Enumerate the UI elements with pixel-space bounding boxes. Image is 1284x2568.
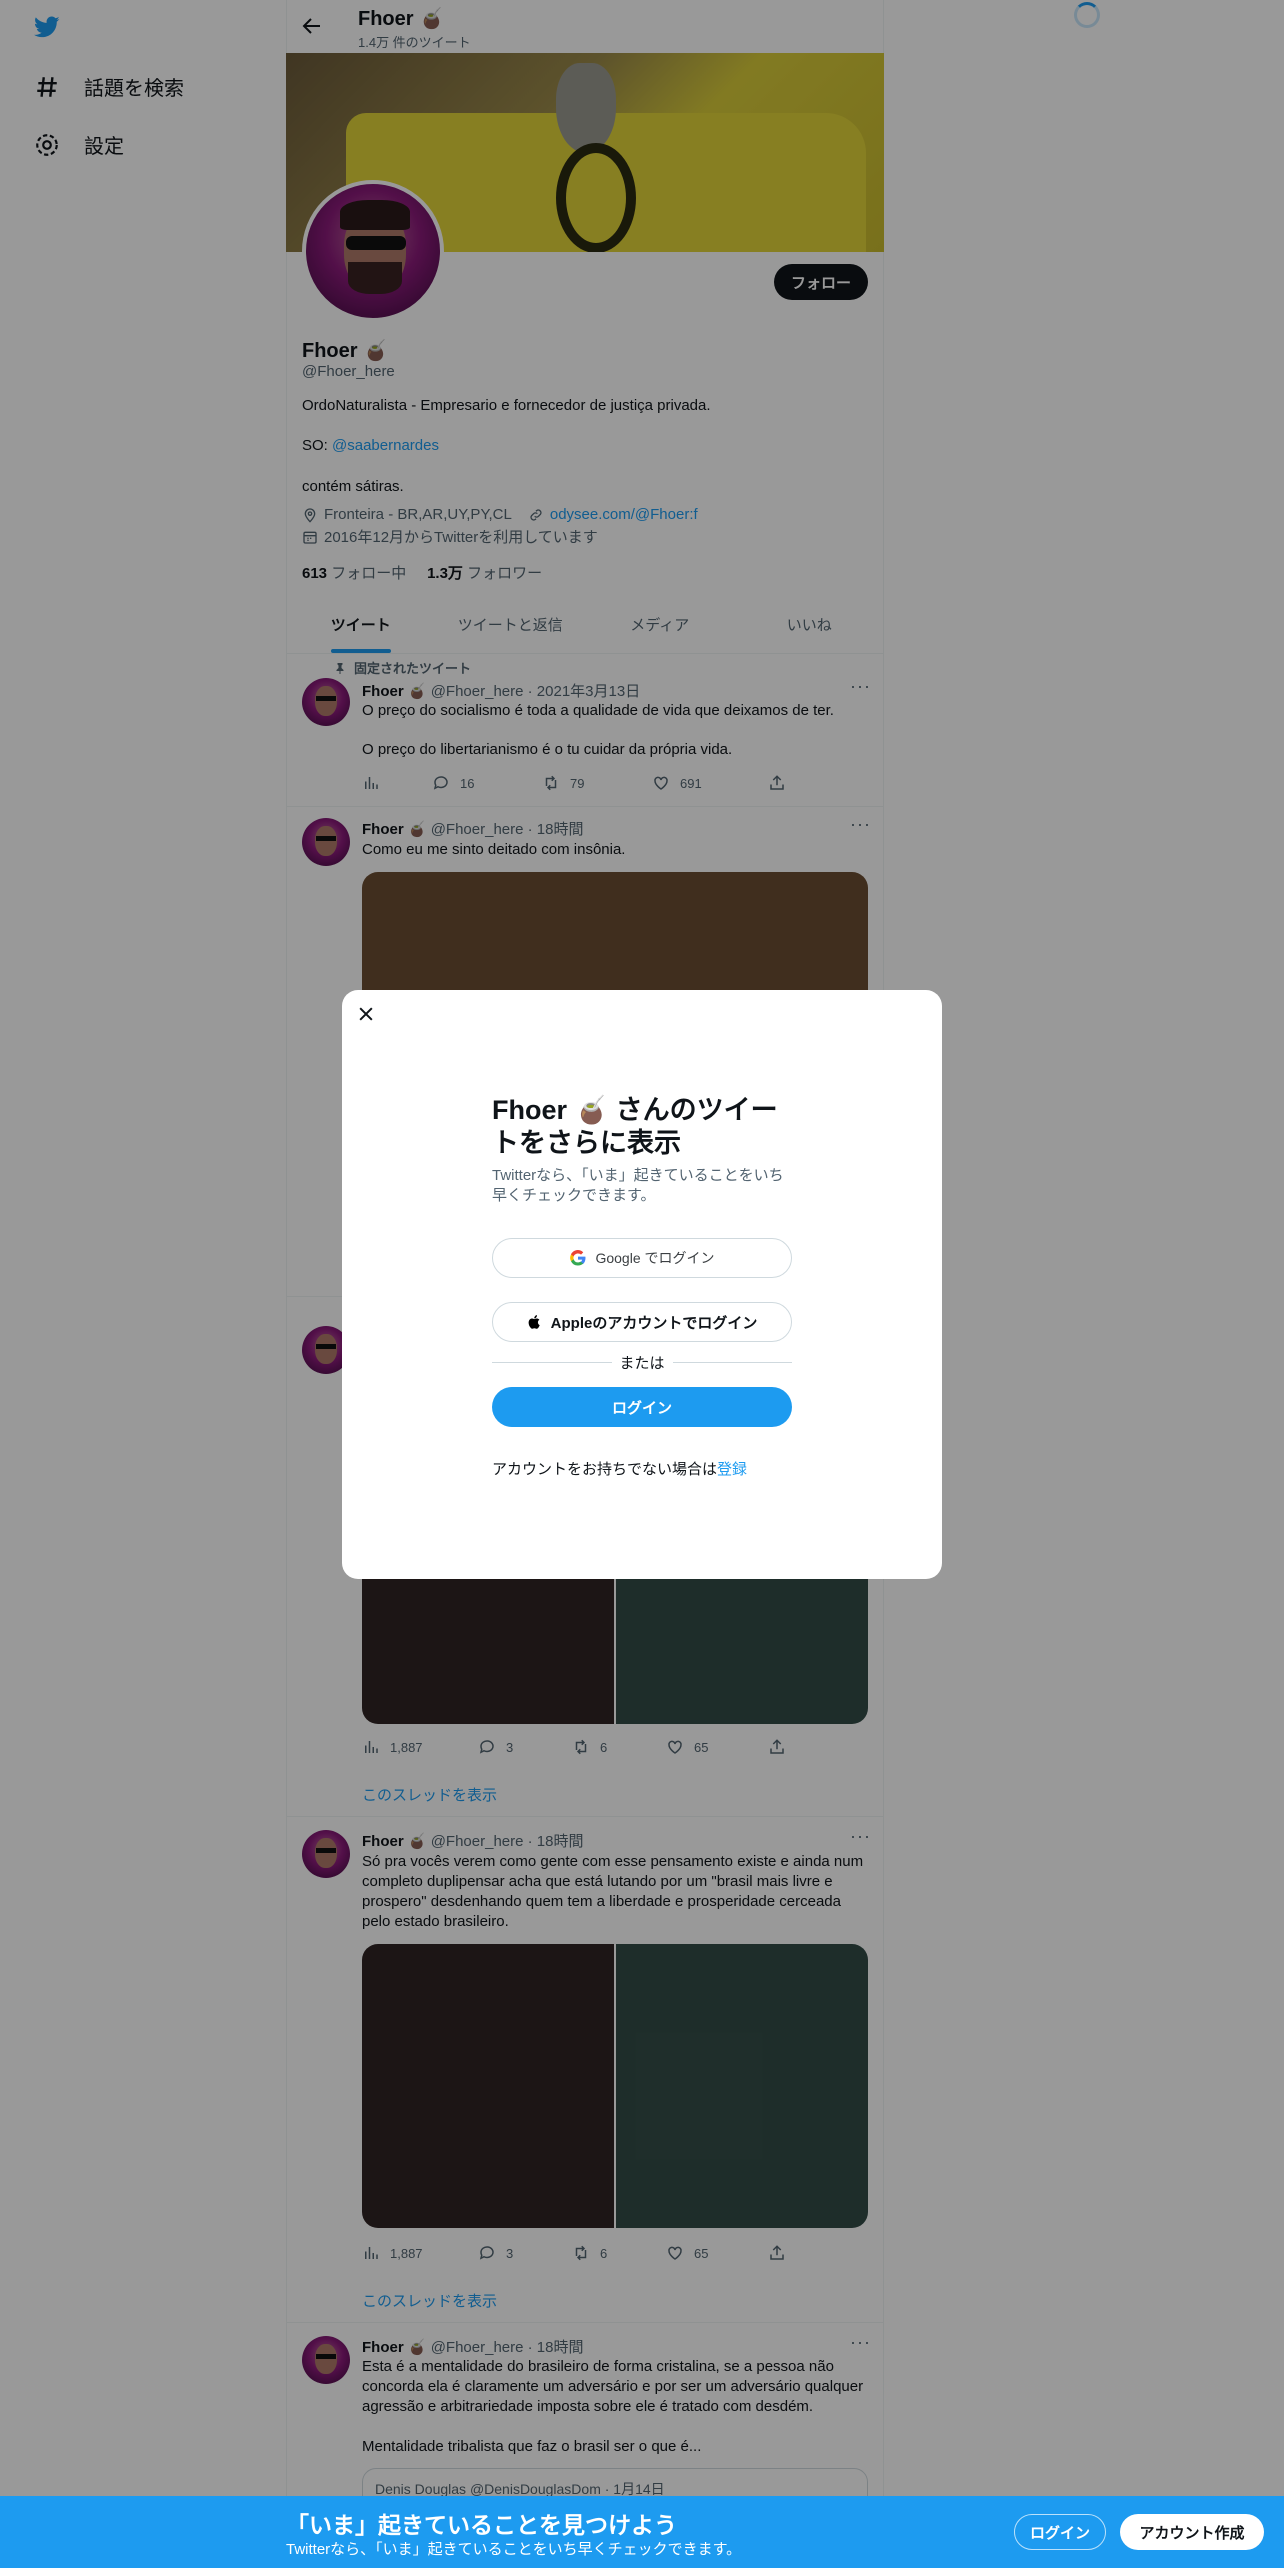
bottom-signup-button[interactable]: アカウント作成 bbox=[1120, 2514, 1264, 2550]
google-login-button[interactable]: Google でログイン bbox=[492, 1238, 792, 1278]
or-divider: または bbox=[492, 1352, 793, 1373]
google-login-label: Google でログイン bbox=[595, 1250, 715, 1266]
signup-prompt: アカウントをお持ちでない場合は登録 bbox=[492, 1461, 748, 1478]
login-button[interactable]: ログイン bbox=[492, 1387, 792, 1427]
google-icon bbox=[570, 1250, 586, 1266]
modal-title: Fhoer 🧉 さんのツイートをさらに表示 bbox=[492, 1095, 778, 1158]
bottom-login-button[interactable]: ログイン bbox=[1014, 2514, 1106, 2550]
modal-subtitle: Twitterなら、「いま」起きていることをいち早くチェックできます。 bbox=[492, 1167, 784, 1204]
apple-login-button[interactable]: Appleのアカウントでログイン bbox=[492, 1302, 792, 1342]
signup-link[interactable]: 登録 bbox=[717, 1461, 747, 1478]
apple-icon bbox=[528, 1315, 540, 1329]
bottom-bar-subtitle: Twitterなら、「いま」起きていることをいち早くチェックできます。 bbox=[286, 2541, 742, 2558]
login-modal: Fhoer 🧉 さんのツイートをさらに表示 Twitterなら、「いま」起きてい… bbox=[342, 990, 942, 1579]
apple-login-label: Appleのアカウントでログイン bbox=[550, 1314, 758, 1332]
bottom-bar-title: 「いま」起きていることを見つけよう bbox=[286, 2512, 677, 2538]
close-icon[interactable] bbox=[356, 1004, 376, 1024]
